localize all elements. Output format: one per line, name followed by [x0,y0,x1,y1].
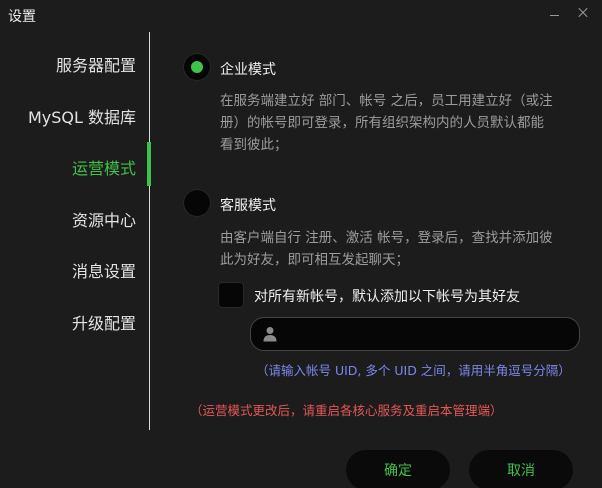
customer-mode-description: 由客户端自行 注册、激活 帐号，登录后，查找并添加彼 此为好友，即可相互发起聊天… [220,227,553,271]
enterprise-mode-label[interactable]: 企业模式 [220,59,276,79]
sidebar-item-upgrade-config[interactable]: 升级配置 [72,310,136,334]
sidebar-item-message-settings[interactable]: 消息设置 [72,258,136,282]
sidebar-divider [149,32,150,430]
enterprise-desc-line: 册）的帐号即可登录，所有组织架构内的人员默认都能 [220,115,544,131]
auto-friend-label[interactable]: 对所有新帐号，默认添加以下帐号为其好友 [254,286,520,306]
sidebar-item-resource-center[interactable]: 资源中心 [72,207,136,231]
uid-input-wrapper [250,317,580,351]
enterprise-desc-line: 在服务端建立好 部门、帐号 之后，员工用建立好（或注 [220,93,553,109]
customer-desc-line: 此为好友，即可相互发起聊天； [220,252,409,268]
auto-friend-checkbox[interactable] [218,282,244,308]
uid-input[interactable] [287,322,571,348]
title-bar: 设置 [0,0,602,30]
uid-hint: （请输入帐号 UID, 多个 UID 之间，请用半角逗号分隔） [256,363,571,378]
restart-warning: （运营模式更改后，请重启各核心服务及重启本管理端） [190,403,503,418]
confirm-button[interactable]: 确定 [346,450,450,488]
active-indicator [147,142,151,186]
user-icon [263,327,277,342]
sidebar: 服务器配置 MySQL 数据库 运营模式 资源中心 消息设置 升级配置 [0,32,150,430]
window-title: 设置 [8,9,36,25]
close-icon[interactable] [576,4,590,22]
customer-desc-line: 由客户端自行 注册、激活 帐号，登录后，查找并添加彼 [220,230,553,246]
settings-window: 设置 服务器配置 MySQL 数据库 运营模式 资源中心 消息设置 升级配置 企… [0,0,602,488]
customer-mode-label[interactable]: 客服模式 [220,195,276,215]
customer-mode-radio[interactable] [183,189,211,217]
window-controls [548,4,590,22]
sidebar-item-operation-mode[interactable]: 运营模式 [72,155,136,179]
enterprise-mode-description: 在服务端建立好 部门、帐号 之后，员工用建立好（或注 册）的帐号即可登录，所有组… [220,90,553,156]
enterprise-desc-line: 看到彼此； [220,137,288,153]
enterprise-mode-radio[interactable] [183,53,211,81]
sidebar-item-server-config[interactable]: 服务器配置 [56,52,136,76]
sidebar-item-mysql[interactable]: MySQL 数据库 [28,104,136,128]
cancel-button[interactable]: 取消 [469,450,573,488]
minimize-icon[interactable] [548,4,562,22]
